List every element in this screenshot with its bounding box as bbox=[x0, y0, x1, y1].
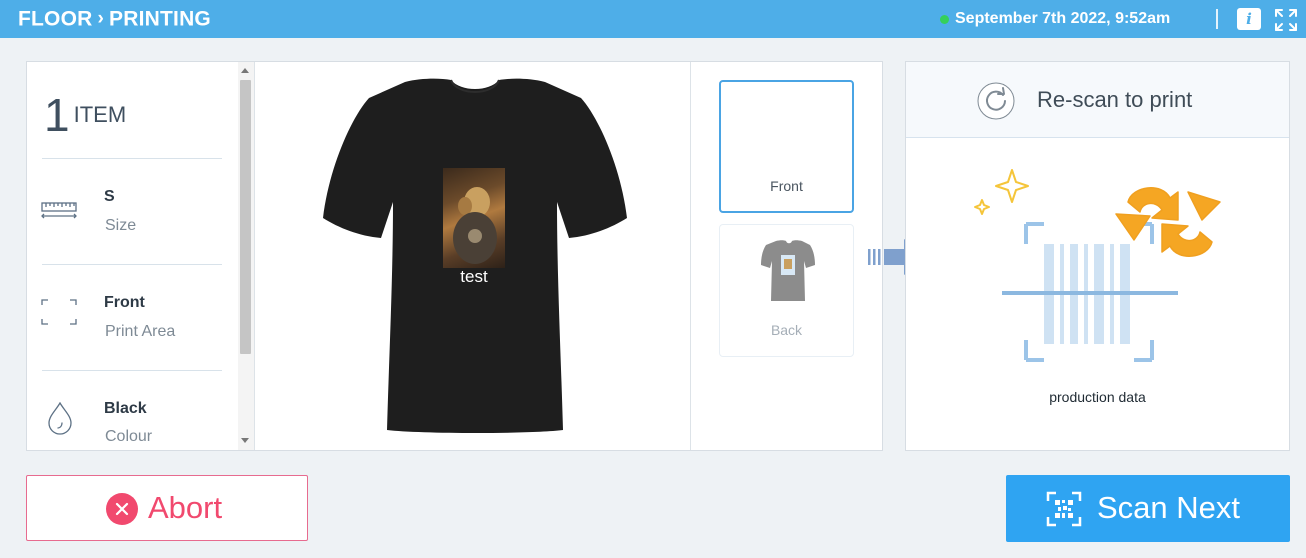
size-label: Size bbox=[105, 217, 137, 234]
item-count: 1 ITEM bbox=[44, 88, 126, 142]
colour-label: Colour bbox=[105, 428, 153, 445]
print-area-value: Front bbox=[104, 294, 145, 311]
ruler-icon bbox=[41, 202, 77, 219]
scroll-up-icon[interactable] bbox=[241, 68, 249, 73]
side-front-label: Front bbox=[770, 178, 803, 194]
scroll-down-icon[interactable] bbox=[241, 438, 249, 443]
size-value: S bbox=[104, 188, 115, 205]
item-details-panel: 1 ITEM S Size Front Print Area Black Col… bbox=[27, 62, 254, 450]
abort-button[interactable]: Abort bbox=[26, 475, 308, 541]
scan-next-button[interactable]: Scan Next bbox=[1006, 475, 1290, 542]
print-sides-panel: Front Back bbox=[690, 62, 882, 450]
attribute-colour: Black Colour bbox=[27, 384, 232, 454]
print-area-label: Print Area bbox=[105, 323, 176, 340]
scan-next-label: Scan Next bbox=[1097, 490, 1241, 525]
abort-label: Abort bbox=[148, 490, 223, 525]
qr-scan-icon bbox=[1046, 491, 1082, 527]
datetime: September 7th 2022, 9:52am bbox=[955, 10, 1171, 27]
breadcrumb-separator: › bbox=[97, 8, 105, 30]
breadcrumb-printing: PRINTING bbox=[109, 7, 211, 31]
divider bbox=[42, 370, 222, 371]
fullscreen-icon[interactable] bbox=[1273, 7, 1299, 33]
divider bbox=[42, 158, 222, 159]
item-count-unit: ITEM bbox=[73, 102, 127, 127]
rescan-card: Re-scan to print production data bbox=[905, 61, 1290, 451]
rescan-header: Re-scan to print bbox=[906, 62, 1289, 138]
garment-preview: test bbox=[254, 62, 690, 450]
rescan-title: Re-scan to print bbox=[1037, 87, 1193, 112]
side-back-label: Back bbox=[770, 322, 803, 338]
breadcrumb-floor[interactable]: FLOOR bbox=[18, 7, 93, 30]
dog-portrait-image bbox=[453, 187, 497, 264]
print-design-image bbox=[443, 168, 505, 268]
scrollbar-thumb[interactable] bbox=[240, 80, 251, 354]
item-count-number: 1 bbox=[44, 89, 70, 141]
tshirt-back-icon bbox=[761, 240, 815, 301]
divider bbox=[42, 264, 222, 265]
colour-value: Black bbox=[104, 400, 147, 417]
order-item-card: 1 ITEM S Size Front Print Area Black Col… bbox=[26, 61, 883, 451]
side-back-thumbnail[interactable]: Back bbox=[719, 224, 854, 357]
production-data-caption: production data bbox=[1049, 389, 1146, 405]
side-front-thumbnail[interactable]: Front bbox=[719, 80, 854, 213]
print-area-icon bbox=[41, 299, 77, 325]
status-dot-icon bbox=[940, 15, 949, 24]
header-divider bbox=[1216, 9, 1218, 29]
details-scrollbar[interactable] bbox=[238, 62, 254, 450]
barcode-scan-illustration bbox=[974, 169, 1221, 362]
attribute-print-area: Front Print Area bbox=[27, 278, 232, 348]
top-bar: FLOOR › PRINTING September 7th 2022, 9:52a… bbox=[0, 0, 1306, 38]
refresh-icon bbox=[977, 82, 1015, 120]
breadcrumb: FLOOR › PRINTING bbox=[18, 7, 211, 31]
attribute-size: S Size bbox=[27, 172, 232, 242]
close-icon bbox=[106, 493, 138, 525]
print-text: test bbox=[460, 267, 488, 286]
info-button[interactable]: i bbox=[1237, 8, 1261, 30]
colour-drop-icon bbox=[48, 402, 72, 435]
